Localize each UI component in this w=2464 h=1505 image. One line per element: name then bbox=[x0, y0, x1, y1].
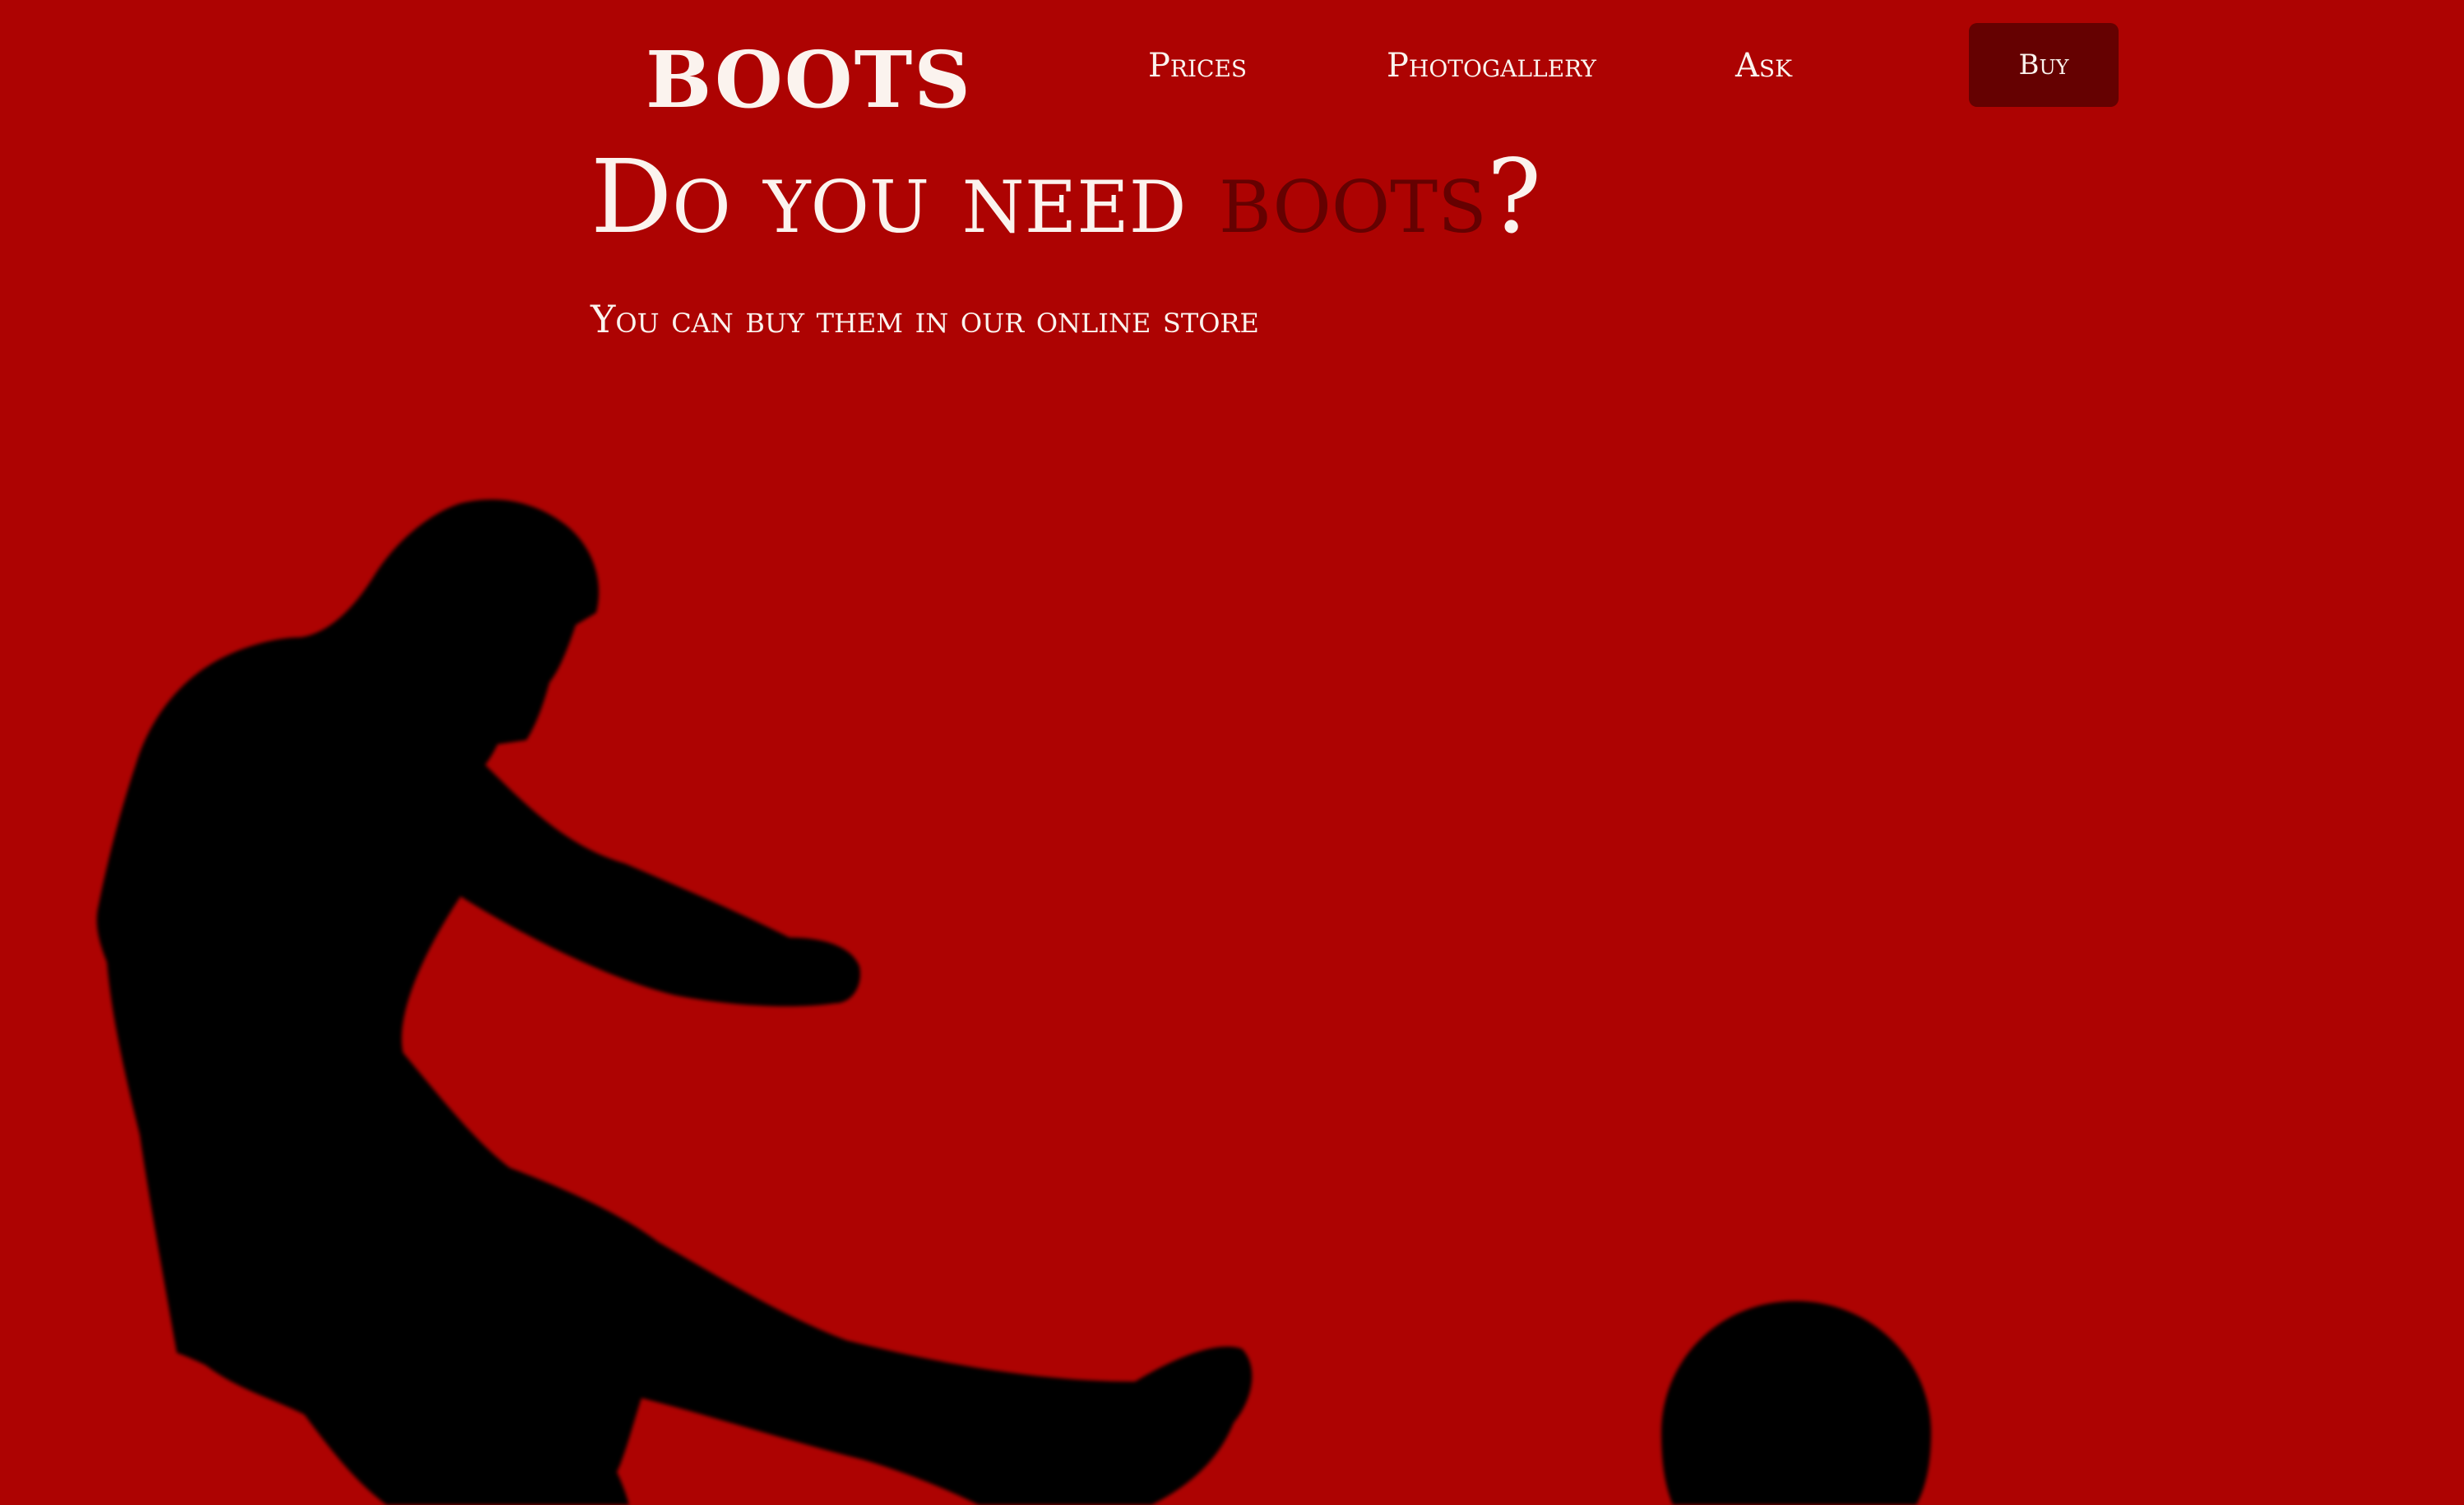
hero-title-accent: boots bbox=[1218, 138, 1487, 257]
hero-subtitle: You can buy them in our online store bbox=[591, 297, 1259, 341]
hero-title: Do you need boots? bbox=[591, 132, 1541, 263]
football-silhouette bbox=[1661, 1301, 1931, 1505]
hero-title-suffix: ? bbox=[1486, 138, 1542, 257]
nav-link-ask[interactable]: Ask bbox=[1735, 41, 1792, 90]
nav-link-prices[interactable]: Prices bbox=[1148, 41, 1247, 90]
buy-button[interactable]: Buy bbox=[1969, 23, 2119, 107]
site-logo[interactable]: boots bbox=[646, 7, 972, 130]
nav-link-photogallery[interactable]: Photogallery bbox=[1387, 41, 1596, 90]
football-player-silhouette bbox=[96, 499, 1253, 1505]
hero-title-prefix: Do you need bbox=[591, 138, 1219, 257]
